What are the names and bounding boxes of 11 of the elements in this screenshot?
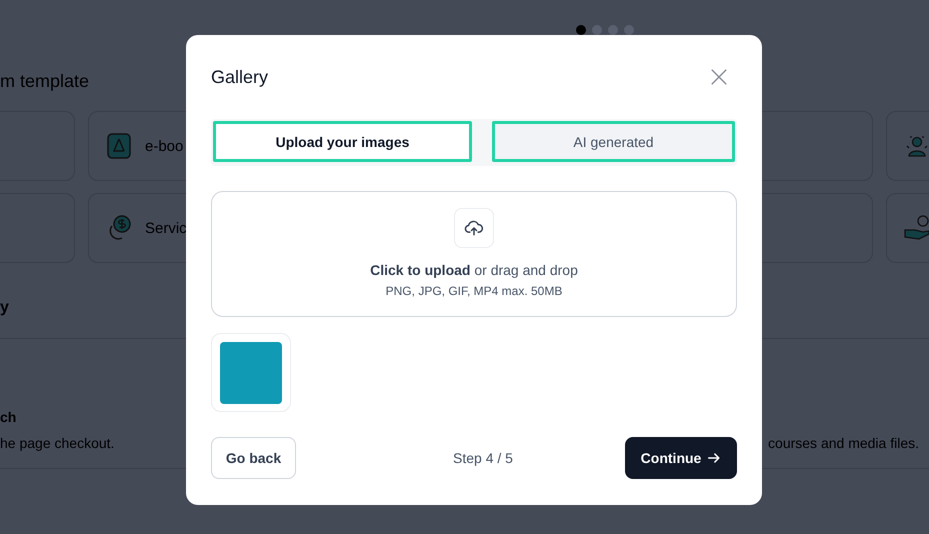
upload-instructions: Click to upload or drag and drop [370, 262, 578, 278]
item-title: ch [0, 409, 18, 425]
item-description: he page checkout. [0, 435, 114, 451]
step-indicator: Step 4 / 5 [453, 450, 513, 466]
file-types-hint: PNG, JPG, GIF, MP4 max. 50MB [386, 284, 562, 298]
card-label: e-boo [145, 138, 184, 154]
dialog-title: Gallery [211, 66, 268, 88]
item-description: courses and media files. [768, 435, 919, 451]
section-heading: m template [0, 70, 90, 93]
section-heading: y [0, 298, 9, 318]
card-label: Servic [145, 220, 187, 236]
